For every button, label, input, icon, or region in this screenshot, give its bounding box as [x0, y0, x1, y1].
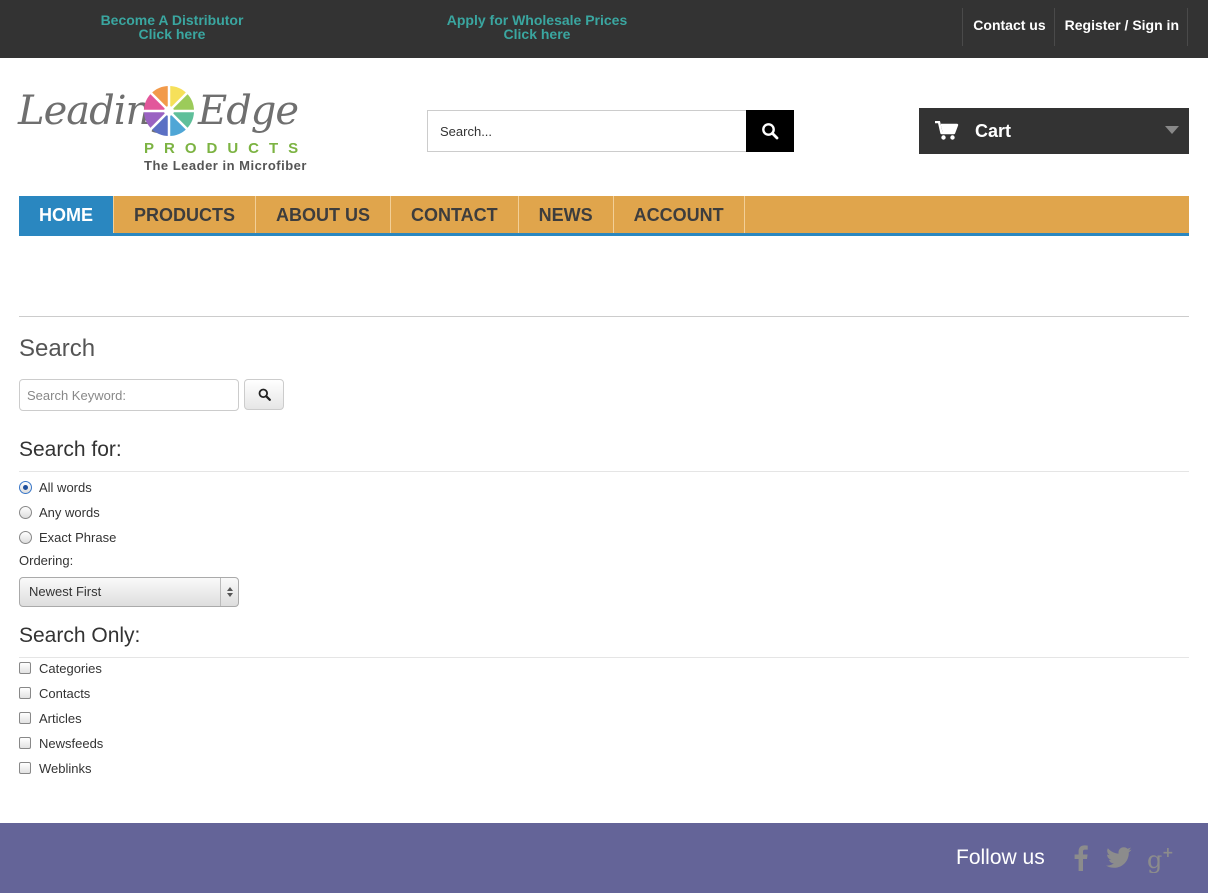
twitter-link[interactable]: [1104, 842, 1134, 874]
checkbox-label: Weblinks: [39, 760, 92, 776]
radio-exact-phrase[interactable]: Exact Phrase: [19, 528, 116, 546]
chevron-down-icon: [1165, 126, 1179, 134]
wholesale-prices-link[interactable]: Apply for Wholesale Prices Click here: [430, 13, 644, 41]
become-distributor-text: Become A Distributor: [100, 12, 244, 28]
checkbox-label: Categories: [39, 660, 102, 676]
facebook-icon: [1074, 845, 1088, 871]
header-search-input[interactable]: [427, 110, 747, 152]
search-keyword-input[interactable]: [19, 379, 239, 411]
checkbox[interactable]: [19, 687, 31, 699]
logo-products: PRODUCTS: [144, 140, 309, 157]
become-distributor-link[interactable]: Become A Distributor Click here: [92, 13, 252, 41]
google-plus-link[interactable]: g +: [1146, 842, 1176, 874]
checkbox-label: Articles: [39, 710, 82, 726]
google-plus-icon: g +: [1147, 845, 1174, 873]
svg-text:+: +: [1162, 845, 1174, 861]
wholesale-prices-text: Apply for Wholesale Prices: [446, 12, 628, 28]
checkbox-contacts[interactable]: Contacts: [19, 684, 90, 702]
register-sign-in-link[interactable]: Register / Sign in: [1055, 8, 1188, 46]
top-bar: Become A Distributor Click here Apply fo…: [0, 0, 1208, 58]
search-submit-button[interactable]: [244, 379, 284, 410]
page-title: Search: [19, 335, 96, 362]
search-only-heading: Search Only:: [19, 624, 141, 647]
nav-item-home[interactable]: HOME: [19, 196, 114, 233]
checkbox-categories[interactable]: Categories: [19, 659, 102, 677]
radio-label: Exact Phrase: [39, 529, 117, 545]
radio-any-words[interactable]: Any words: [19, 503, 100, 521]
nav-item-products[interactable]: PRODUCTS: [114, 196, 257, 233]
radio-button[interactable]: [19, 505, 32, 519]
header-search: [427, 110, 794, 152]
nav-item-account[interactable]: ACCOUNT: [614, 196, 745, 233]
logo-word-edge: Edge: [198, 88, 299, 134]
checkbox[interactable]: [19, 712, 31, 724]
checkbox[interactable]: [19, 762, 31, 774]
facebook-link[interactable]: [1066, 842, 1096, 874]
shopping-cart-icon: [935, 121, 959, 140]
checkbox-label: Contacts: [39, 685, 91, 701]
site-logo[interactable]: Leading Edge PRODUCTS The Leader in Micr…: [18, 84, 318, 176]
divider: [19, 657, 1189, 658]
divider: [19, 471, 1189, 472]
wholesale-prices-click-here: Click here: [503, 26, 571, 42]
radio-all-words[interactable]: All words: [19, 478, 92, 496]
header-search-button[interactable]: [746, 110, 794, 152]
cart-button[interactable]: Cart: [919, 108, 1189, 154]
checkbox-newsfeeds[interactable]: Newsfeeds: [19, 734, 103, 752]
select-arrows-icon: [220, 578, 238, 606]
checkbox[interactable]: [19, 737, 31, 749]
divider: [19, 316, 1189, 317]
checkbox-articles[interactable]: Articles: [19, 709, 82, 727]
checkbox[interactable]: [19, 662, 31, 674]
follow-us-label: Follow us: [956, 846, 1045, 869]
search-for-heading: Search for:: [19, 438, 122, 461]
ordering-select[interactable]: Newest First: [19, 577, 239, 607]
radio-button-selected[interactable]: [19, 480, 32, 494]
become-distributor-click-here: Click here: [138, 26, 206, 42]
main-nav: HOME PRODUCTS ABOUT US CONTACT NEWS ACCO…: [19, 196, 1189, 236]
radio-label: Any words: [39, 504, 100, 520]
checkbox-weblinks[interactable]: Weblinks: [19, 759, 92, 777]
contact-us-link[interactable]: Contact us: [963, 8, 1055, 46]
twitter-icon: [1106, 847, 1132, 868]
search-icon: [762, 123, 779, 140]
nav-item-news[interactable]: NEWS: [519, 196, 614, 233]
top-links: Contact us Register / Sign in: [962, 8, 1188, 46]
search-icon: [258, 388, 271, 401]
nav-item-contact[interactable]: CONTACT: [391, 196, 519, 233]
ordering-label: Ordering:: [19, 553, 74, 568]
ordering-selected-value: Newest First: [29, 584, 102, 599]
cart-label: Cart: [975, 120, 1012, 141]
svg-text:g: g: [1147, 846, 1162, 873]
logo-color-wheel-icon: [143, 85, 195, 137]
radio-label: All words: [39, 479, 92, 495]
checkbox-label: Newsfeeds: [39, 735, 104, 751]
logo-tagline: The Leader in Microfiber: [144, 158, 307, 173]
nav-item-about-us[interactable]: ABOUT US: [256, 196, 392, 233]
radio-button[interactable]: [19, 530, 32, 544]
